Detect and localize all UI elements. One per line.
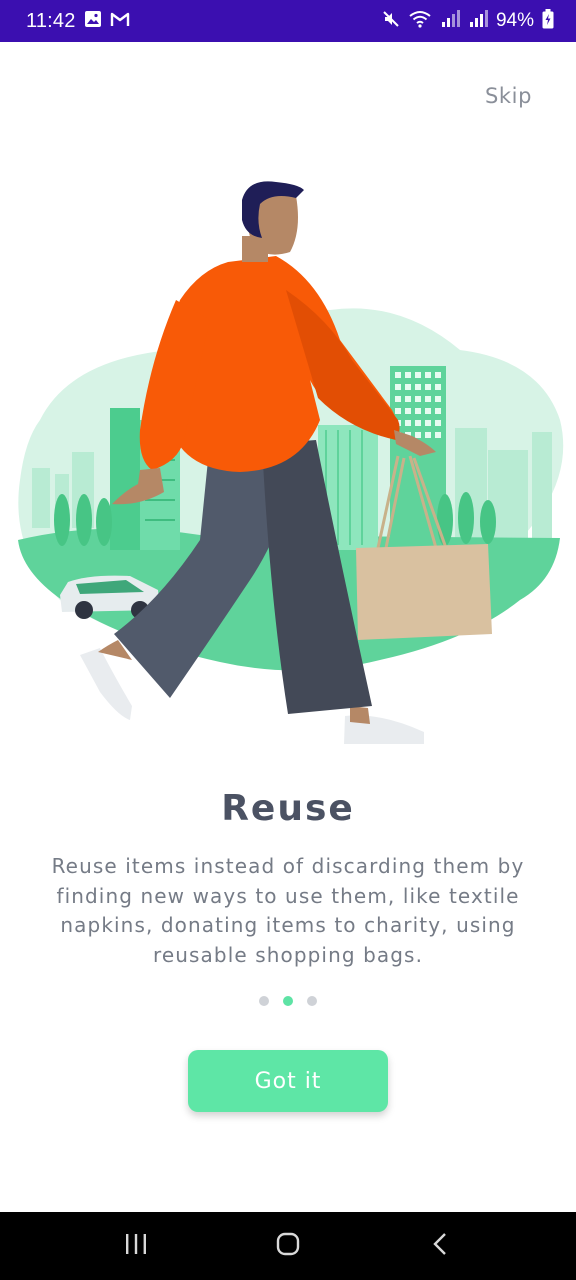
got-it-button[interactable]: Got it [188, 1050, 388, 1112]
battery-icon [542, 8, 554, 34]
battery-percent: 94% [495, 10, 534, 31]
signal-icon [468, 9, 488, 33]
home-button[interactable] [258, 1216, 318, 1276]
navigation-bar [0, 1212, 576, 1280]
recents-icon [124, 1233, 148, 1259]
gallery-icon [84, 10, 102, 33]
recents-button[interactable] [106, 1216, 166, 1276]
page-indicator [0, 996, 576, 1006]
signal-icon [440, 9, 460, 33]
status-right: 94% [382, 8, 554, 34]
back-button[interactable] [410, 1216, 470, 1276]
status-left: 11:42 [26, 10, 130, 33]
page-dot-active [283, 996, 293, 1006]
home-icon [276, 1232, 300, 1260]
mute-icon [382, 10, 400, 33]
status-time: 11:42 [26, 9, 76, 32]
page-dot [259, 996, 269, 1006]
slide-title: Reuse [221, 788, 355, 829]
skip-button[interactable]: Skip [485, 84, 532, 108]
onboarding-illustration [0, 170, 576, 760]
page-dot [307, 996, 317, 1006]
gmail-icon [110, 11, 130, 32]
reuse-illustration [18, 181, 564, 744]
slide-description: Reuse items instead of discarding them b… [51, 854, 525, 967]
wifi-icon [408, 10, 432, 33]
status-bar: 11:42 94% [0, 0, 576, 42]
back-icon [432, 1232, 448, 1260]
